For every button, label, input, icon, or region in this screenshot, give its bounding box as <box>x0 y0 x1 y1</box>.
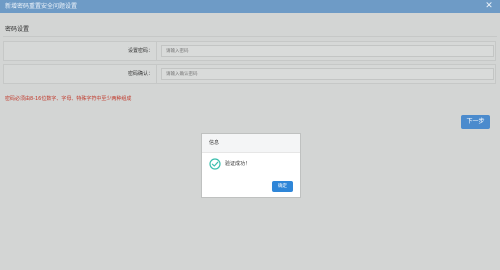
row-divider <box>156 42 157 60</box>
next-step-button[interactable]: 下一步 <box>461 115 490 129</box>
confirm-password-label: 密码确认： <box>127 71 153 77</box>
close-icon[interactable]: ✕ <box>484 1 494 11</box>
confirm-password-input[interactable] <box>161 68 494 80</box>
window-title: 新增密码重置安全问题设置 <box>5 3 78 10</box>
check-circle-icon <box>209 158 221 170</box>
info-dialog: 信息 验证成功！ 确定 <box>201 133 301 198</box>
section-title: 密码设置 <box>5 26 30 33</box>
row-divider <box>156 65 157 83</box>
dialog-title: 信息 <box>209 140 220 146</box>
password-input[interactable] <box>161 45 494 57</box>
password-rule-hint: 密码必须由8-16位数字、字母、特殊字符中至少两种组成 <box>5 96 132 102</box>
dialog-header: 信息 <box>202 134 300 153</box>
form-row-password: 设置密码： <box>3 41 496 61</box>
dialog-message: 验证成功！ <box>225 161 251 167</box>
password-label: 设置密码： <box>127 48 153 54</box>
window-titlebar: 新增密码重置安全问题设置 ✕ <box>0 0 500 13</box>
section-divider <box>3 36 497 37</box>
dialog-ok-button[interactable]: 确定 <box>272 181 293 192</box>
form-row-confirm: 密码确认： <box>3 64 496 84</box>
